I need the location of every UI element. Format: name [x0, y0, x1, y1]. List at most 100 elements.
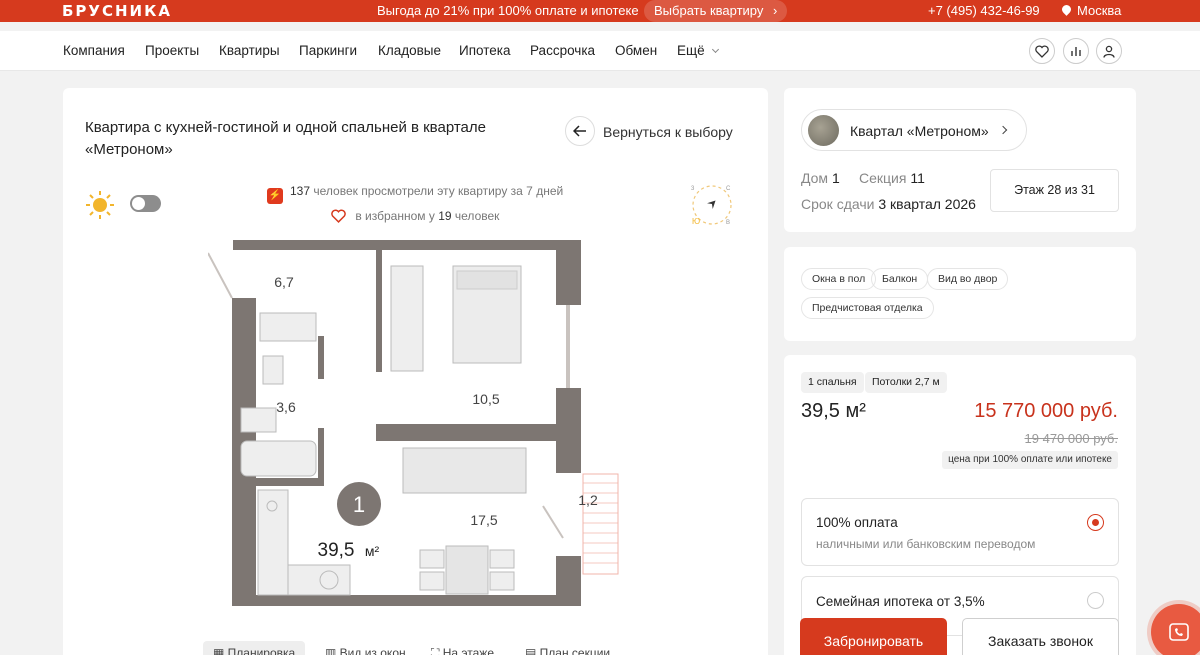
room-area-hall: 6,7 — [274, 274, 294, 290]
section-label: Секция — [859, 170, 907, 186]
chevron-right-icon: › — [773, 3, 778, 18]
request-call-button[interactable]: Заказать звонок — [962, 618, 1119, 655]
nav-item-company[interactable]: Компания — [63, 43, 125, 58]
bar-chart-icon — [1071, 47, 1081, 56]
nav-item-storage[interactable]: Кладовые — [378, 43, 441, 58]
project-info-card: Квартал «Метроном» Дом 1 Секция 11 Срок … — [784, 88, 1136, 232]
callback-fab[interactable] — [1151, 604, 1200, 655]
apartment-area: 39,5 м² — [801, 400, 866, 422]
quarter-label: Квартал «Метроном» — [850, 123, 989, 139]
tab-floorplan-label: Планировка — [227, 646, 296, 655]
window-icon: ▥ — [325, 646, 340, 655]
price-note: цена при 100% оплате или ипотеке — [942, 451, 1118, 469]
deadline-info: Срок сдачи 3 квартал 2026 — [801, 196, 976, 212]
user-icon — [1103, 45, 1115, 58]
old-price: 19 470 000 руб. — [1024, 431, 1118, 446]
chevron-right-icon — [998, 125, 1008, 135]
feature-tag: Окна в пол — [801, 268, 877, 290]
choose-apartment-label: Выбрать квартиру — [654, 3, 764, 18]
chevron-down-icon — [711, 45, 719, 54]
bedrooms-tag: 1 спальня — [801, 372, 864, 393]
nav-item-projects[interactable]: Проекты — [145, 43, 199, 58]
compare-button[interactable] — [1063, 38, 1089, 64]
nav-more-dropdown[interactable]: Ещё — [677, 43, 719, 58]
quarter-thumbnail — [808, 115, 839, 146]
profile-button[interactable] — [1096, 38, 1122, 64]
feature-tag: Вид во двор — [927, 268, 1009, 290]
pricing-card: 1 спальня Потолки 2,7 м 39,5 м² 15 770 0… — [784, 355, 1136, 655]
heart-outline-icon — [331, 209, 346, 223]
payment-option-title: 100% оплата — [816, 515, 898, 530]
main-nav: Компания Проекты Квартиры Паркинги Кладо… — [0, 31, 1200, 71]
deadline-label: Срок сдачи — [801, 196, 875, 212]
views-count: 137 — [290, 184, 311, 198]
back-button[interactable] — [565, 116, 595, 146]
tab-section-plan-label: План секции — [539, 646, 611, 655]
nav-item-apartments[interactable]: Квартиры — [219, 43, 280, 58]
room-area-balcony: 1,2 — [578, 492, 598, 508]
nav-item-exchange[interactable]: Обмен — [615, 43, 657, 58]
nav-more-label: Ещё — [677, 43, 705, 58]
phone-icon — [1169, 623, 1189, 641]
tab-window-view[interactable]: ▥ Вид из окон — [315, 641, 416, 655]
tab-floor-label: На этаже — [442, 646, 495, 655]
arrow-left-icon — [573, 125, 586, 137]
nav-item-parking[interactable]: Паркинги — [299, 43, 357, 58]
floorplan[interactable]: 6,7 10,5 3,6 17,5 1,2 1 39,5 м² — [208, 238, 628, 618]
payment-option-title: Семейная ипотека от 3,5% — [816, 594, 985, 609]
radio-unchecked[interactable] — [1087, 592, 1104, 609]
compass-w: Ю — [692, 217, 700, 226]
city-selector[interactable]: Москва — [1060, 3, 1121, 18]
floor-info: Этаж 28 из 31 — [990, 169, 1119, 212]
house-label: Дом — [801, 170, 829, 186]
brand-logo[interactable]: БРУСНИКА — [62, 2, 172, 20]
section-info: Секция 11 — [859, 170, 925, 186]
page-title: Квартира с кухней-гостиной и одной спаль… — [85, 119, 486, 158]
price: 15 770 000 руб. — [974, 400, 1118, 422]
tab-section-plan[interactable]: ▤ План секции — [515, 641, 620, 655]
sunlight-toggle[interactable] — [130, 195, 161, 212]
compass-s: В — [726, 220, 730, 226]
feature-tag: Предчистовая отделка — [801, 297, 934, 319]
ceiling-tag: Потолки 2,7 м — [865, 372, 947, 393]
choose-apartment-button[interactable]: Выбрать квартиру › — [644, 0, 788, 22]
section-icon: ▤ — [525, 646, 540, 655]
phone-link[interactable]: +7 (495) 432-46-99 — [928, 3, 1040, 18]
payment-option-subtitle: наличными или банковским переводом — [816, 537, 1036, 551]
tab-floor[interactable]: ⛶ На этаже — [421, 641, 504, 655]
room-area-bathroom: 3,6 — [276, 399, 296, 415]
section-value: 11 — [910, 170, 925, 186]
deadline-value: 3 квартал 2026 — [878, 196, 976, 212]
sun-icon — [86, 191, 114, 219]
compass-e: С — [726, 186, 731, 192]
favorites-counter: в избранном у 19 человек — [331, 209, 499, 223]
house-info: Дом 1 — [801, 170, 840, 186]
tab-floorplan[interactable]: ▦ Планировка — [203, 641, 306, 655]
tab-window-view-label: Вид из окон — [339, 646, 406, 655]
total-area-unit: м² — [365, 543, 380, 559]
nav-item-mortgage[interactable]: Ипотека — [459, 43, 510, 58]
compass-n: 3 — [691, 186, 695, 192]
lightning-icon: ⚡ — [267, 188, 283, 204]
nav-item-installment[interactable]: Рассрочка — [530, 43, 595, 58]
views-text: человек просмотрели эту квартиру за 7 дн… — [313, 184, 564, 198]
views-counter: ⚡ 137 человек просмотрели эту квартиру за… — [267, 184, 563, 204]
book-button[interactable]: Забронировать — [800, 618, 947, 655]
total-area: 39,5 — [318, 540, 355, 561]
bedrooms-badge: 1 — [353, 492, 365, 517]
feature-tag: Балкон — [871, 268, 929, 290]
favorites-count: 19 — [438, 209, 452, 223]
quarter-link[interactable]: Квартал «Метроном» — [801, 109, 1027, 151]
back-to-selection-link[interactable]: Вернуться к выбору — [603, 124, 733, 140]
payment-option-full[interactable]: 100% оплата наличными или банковским пер… — [801, 498, 1119, 566]
room-area-bedroom: 10,5 — [472, 391, 499, 407]
house-value: 1 — [831, 170, 840, 186]
favorites-suffix: человек — [454, 209, 500, 223]
favorites-prefix: в избранном у — [355, 209, 435, 223]
apartment-card: Квартира с кухней-гостиной и одной спаль… — [63, 88, 768, 655]
favorites-button[interactable] — [1029, 38, 1055, 64]
radio-checked[interactable] — [1087, 514, 1104, 531]
layout-icon: ▦ — [213, 646, 228, 655]
compass-icon: 3 С В Ю — [691, 185, 732, 226]
room-area-kitchen-living: 17,5 — [470, 512, 497, 528]
